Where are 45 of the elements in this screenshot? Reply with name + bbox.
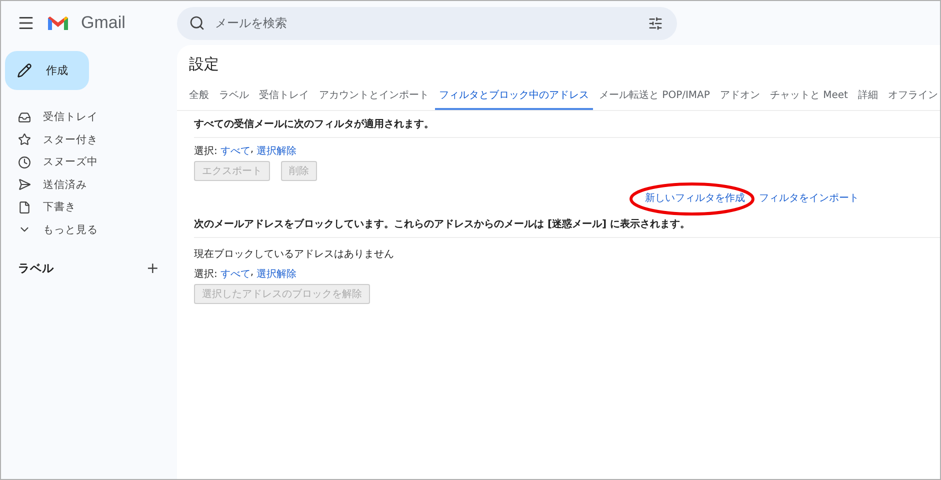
separator: , <box>250 267 254 280</box>
nav-item[interactable]: もっと見る <box>1 218 169 241</box>
nav-item[interactable]: スヌーズ中 <box>1 151 169 174</box>
star-icon <box>18 133 31 146</box>
deselect-link[interactable]: 選択解除 <box>256 144 297 158</box>
select-label: 選択: <box>194 145 218 158</box>
settings-tab[interactable]: アカウントとインポート <box>315 84 433 110</box>
select-label: 選択: <box>194 268 218 281</box>
inbox-icon <box>18 110 31 124</box>
empty-message: 現在ブロックしているアドレスはありません <box>194 248 395 261</box>
pencil-icon <box>17 63 32 78</box>
clock-icon <box>18 156 31 169</box>
link[interactable]: フィルタをインポート <box>759 191 859 205</box>
settings-tab[interactable]: アドオン <box>716 84 764 110</box>
settings-tab[interactable]: チャットと Meet <box>766 84 852 110</box>
settings-tab[interactable]: 受信トレイ <box>255 84 313 110</box>
nav-item[interactable]: 下書き <box>1 196 169 218</box>
send-icon <box>18 178 31 192</box>
add-label-button[interactable]: + <box>146 259 159 277</box>
app-name: Gmail <box>81 13 126 33</box>
search-input[interactable]: メールを検索 <box>213 15 640 31</box>
page-title: 設定 <box>189 55 220 74</box>
search-icon[interactable] <box>189 15 205 31</box>
settings-tab[interactable]: 全般 <box>185 84 213 110</box>
select-all-link[interactable]: すべて <box>220 267 250 281</box>
labels-heading: ラベル <box>18 260 54 276</box>
settings-tab[interactable]: 詳細 <box>854 84 882 110</box>
compose-button[interactable]: 作成 <box>5 51 89 90</box>
nav-item[interactable]: 送信済み <box>1 174 169 196</box>
deselect-link[interactable]: 選択解除 <box>256 267 297 281</box>
filter-options-icon[interactable] <box>648 16 663 30</box>
settings-tab[interactable]: ラベル <box>215 84 253 110</box>
search-field[interactable]: メールを検索 <box>177 6 677 40</box>
settings-tab[interactable]: フィルタとブロック中のアドレス <box>435 84 593 110</box>
separator: , <box>250 144 254 157</box>
envelope-logo-icon <box>47 14 69 32</box>
section-heading: すべての受信メールに次のフィルタが適用されます。 <box>194 111 940 138</box>
menu-icon[interactable] <box>17 14 35 32</box>
section-heading: 次のメールアドレスをブロックしています。これらのアドレスからのメールは [迷惑メール] に表示されます。 <box>194 211 940 238</box>
document-icon <box>18 200 31 214</box>
nav-item[interactable]: 受信トレイ <box>1 106 169 128</box>
settings-tab[interactable]: メール転送と POP/IMAP <box>595 84 714 110</box>
select-all-link[interactable]: すべて <box>220 144 250 158</box>
nav-item[interactable]: スター付き <box>1 128 169 151</box>
settings-tab[interactable]: オフライン <box>884 84 940 110</box>
